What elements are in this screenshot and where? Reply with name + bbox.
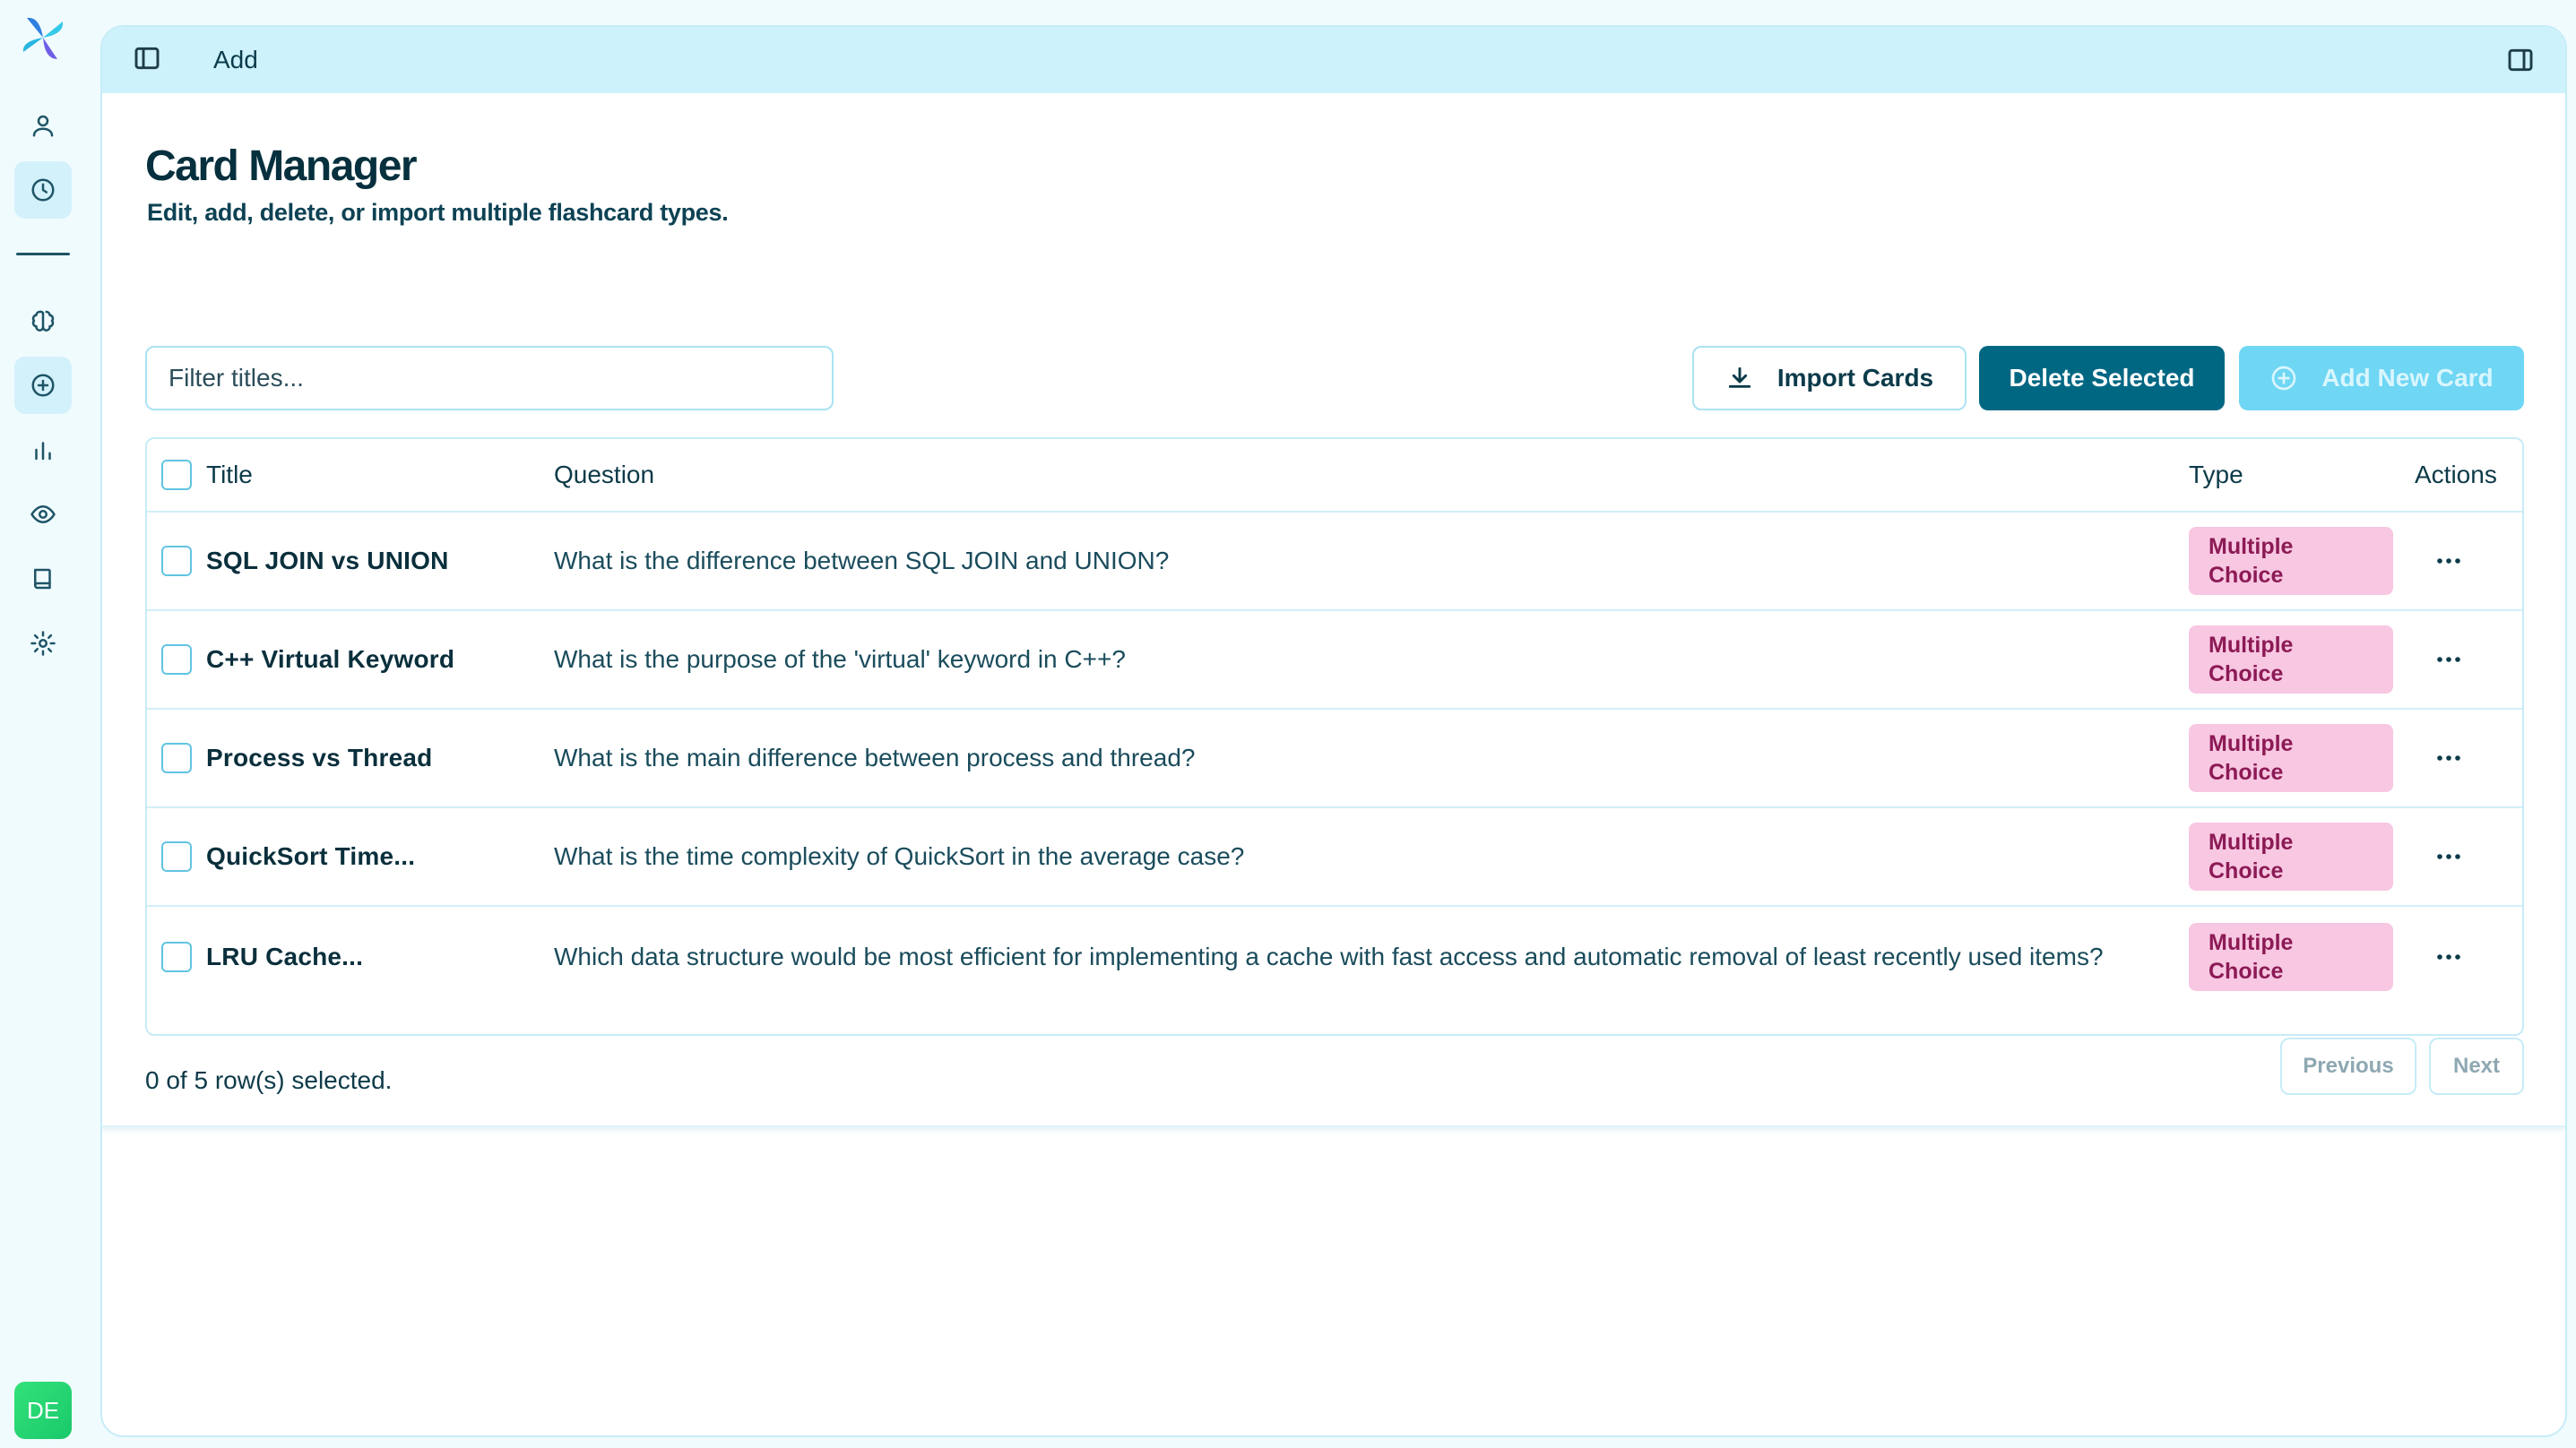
toggle-sidebar-icon[interactable] — [133, 44, 161, 77]
main-panel: Add Card Manager Edit, add, delete, or i… — [100, 25, 2567, 1437]
brain-icon — [31, 310, 55, 332]
delete-selected-label: Delete Selected — [2009, 364, 2195, 392]
book-icon — [34, 568, 51, 590]
sidebar-item-history[interactable] — [14, 161, 72, 219]
next-page-button[interactable]: Next — [2429, 1038, 2524, 1095]
type-badge-line2: Choice — [2209, 858, 2284, 883]
type-badge-line1: Multiple — [2209, 731, 2294, 756]
table-header: Title Question Type Actions — [147, 439, 2522, 513]
type-badge-line1: Multiple — [2209, 930, 2294, 955]
bar-chart-icon — [35, 442, 51, 461]
row-checkbox[interactable] — [161, 644, 192, 675]
page-subtitle: Edit, add, delete, or import multiple fl… — [147, 199, 729, 226]
row-actions-more-icon[interactable] — [2431, 939, 2467, 975]
import-cards-button[interactable]: Import Cards — [1692, 346, 1967, 410]
type-cell: Multiple Choice — [2189, 710, 2393, 806]
row-checkbox[interactable] — [161, 546, 192, 576]
column-header-question: Question — [554, 461, 655, 488]
sidebar-item-add[interactable] — [14, 357, 72, 414]
type-badge: Multiple Choice — [2189, 923, 2393, 991]
sidebar-item-learn[interactable] — [14, 292, 72, 349]
type-badge: Multiple Choice — [2189, 724, 2393, 792]
column-header-title[interactable]: Title — [206, 439, 253, 511]
card-title: Process vs Thread — [206, 744, 433, 771]
selection-status: 0 of 5 row(s) selected. — [145, 1066, 393, 1094]
card-title: SQL JOIN vs UNION — [206, 547, 449, 574]
type-cell: Multiple Choice — [2189, 513, 2393, 609]
type-badge-line2: Choice — [2209, 563, 2284, 588]
card-question: What is the difference between SQL JOIN … — [554, 547, 1170, 574]
type-cell: Multiple Choice — [2189, 907, 2393, 1007]
card-manager-section: Card Manager Edit, add, delete, or impor… — [102, 93, 2565, 1127]
row-checkbox[interactable] — [161, 841, 192, 872]
card-question: What is the purpose of the 'virtual' key… — [554, 645, 1126, 673]
card-question: What is the main difference between proc… — [554, 744, 1196, 771]
table-row[interactable]: C++ Virtual Keyword What is the purpose … — [147, 611, 2522, 710]
type-badge-line2: Choice — [2209, 661, 2284, 686]
add-new-card-label: Add New Card — [2321, 364, 2494, 392]
column-header-actions: Actions — [2415, 461, 2497, 488]
clock-icon — [31, 178, 55, 202]
toggle-right-panel-icon[interactable] — [2506, 46, 2535, 79]
card-title: QuickSort Time... — [206, 842, 416, 870]
avatar[interactable]: DE — [14, 1382, 72, 1439]
column-header-type: Type — [2189, 461, 2243, 488]
download-icon — [1728, 366, 1751, 388]
gear-icon — [30, 631, 56, 656]
sidebar-item-stats[interactable] — [14, 421, 72, 478]
delete-selected-button[interactable]: Delete Selected — [1979, 346, 2225, 410]
card-title: C++ Virtual Keyword — [206, 645, 455, 673]
sidebar-item-profile[interactable] — [14, 97, 72, 154]
type-badge-line1: Multiple — [2209, 534, 2294, 559]
row-actions-more-icon[interactable] — [2431, 642, 2467, 677]
card-title: LRU Cache... — [206, 943, 364, 970]
add-new-card-button[interactable]: Add New Card — [2239, 346, 2524, 410]
sidebar-item-review[interactable] — [14, 486, 72, 543]
card-question: What is the time complexity of QuickSort… — [554, 842, 1245, 870]
plus-circle-icon — [2271, 366, 2296, 391]
select-all-checkbox[interactable] — [161, 460, 192, 490]
card-question: Which data structure would be most effic… — [554, 943, 2104, 970]
top-bar: Add — [102, 27, 2565, 93]
type-badge: Multiple Choice — [2189, 625, 2393, 694]
sidebar-item-library[interactable] — [14, 550, 72, 608]
row-actions-more-icon[interactable] — [2431, 543, 2467, 579]
row-actions-more-icon[interactable] — [2431, 740, 2467, 776]
table-row[interactable]: QuickSort Time... What is the time compl… — [147, 808, 2522, 907]
row-checkbox[interactable] — [161, 743, 192, 773]
eye-icon — [30, 505, 56, 523]
cards-table: Title Question Type Actions SQL JOIN vs … — [145, 437, 2524, 1036]
type-badge-line1: Multiple — [2209, 830, 2294, 855]
type-badge-line2: Choice — [2209, 959, 2284, 984]
table-row[interactable]: LRU Cache... Which data structure would … — [147, 907, 2522, 1007]
page-title: Card Manager — [145, 142, 418, 190]
type-cell: Multiple Choice — [2189, 808, 2393, 905]
sidebar-divider — [16, 253, 70, 255]
type-badge: Multiple Choice — [2189, 527, 2393, 595]
type-badge: Multiple Choice — [2189, 823, 2393, 891]
type-badge-line1: Multiple — [2209, 633, 2294, 658]
type-badge-line2: Choice — [2209, 760, 2284, 785]
import-cards-label: Import Cards — [1776, 364, 1934, 392]
app-logo-icon[interactable] — [16, 11, 70, 65]
sidebar-item-settings[interactable] — [14, 615, 72, 672]
breadcrumb: Add — [213, 46, 258, 73]
user-icon — [32, 115, 54, 137]
sidebar: DE — [0, 0, 86, 1448]
previous-page-button[interactable]: Previous — [2280, 1038, 2416, 1095]
table-row[interactable]: SQL JOIN vs UNION What is the difference… — [147, 513, 2522, 611]
row-actions-more-icon[interactable] — [2431, 839, 2467, 875]
table-row[interactable]: Process vs Thread What is the main diffe… — [147, 710, 2522, 808]
type-cell: Multiple Choice — [2189, 611, 2393, 708]
filter-titles-input[interactable] — [145, 346, 834, 410]
row-checkbox[interactable] — [161, 942, 192, 972]
plus-circle-icon — [31, 374, 55, 397]
